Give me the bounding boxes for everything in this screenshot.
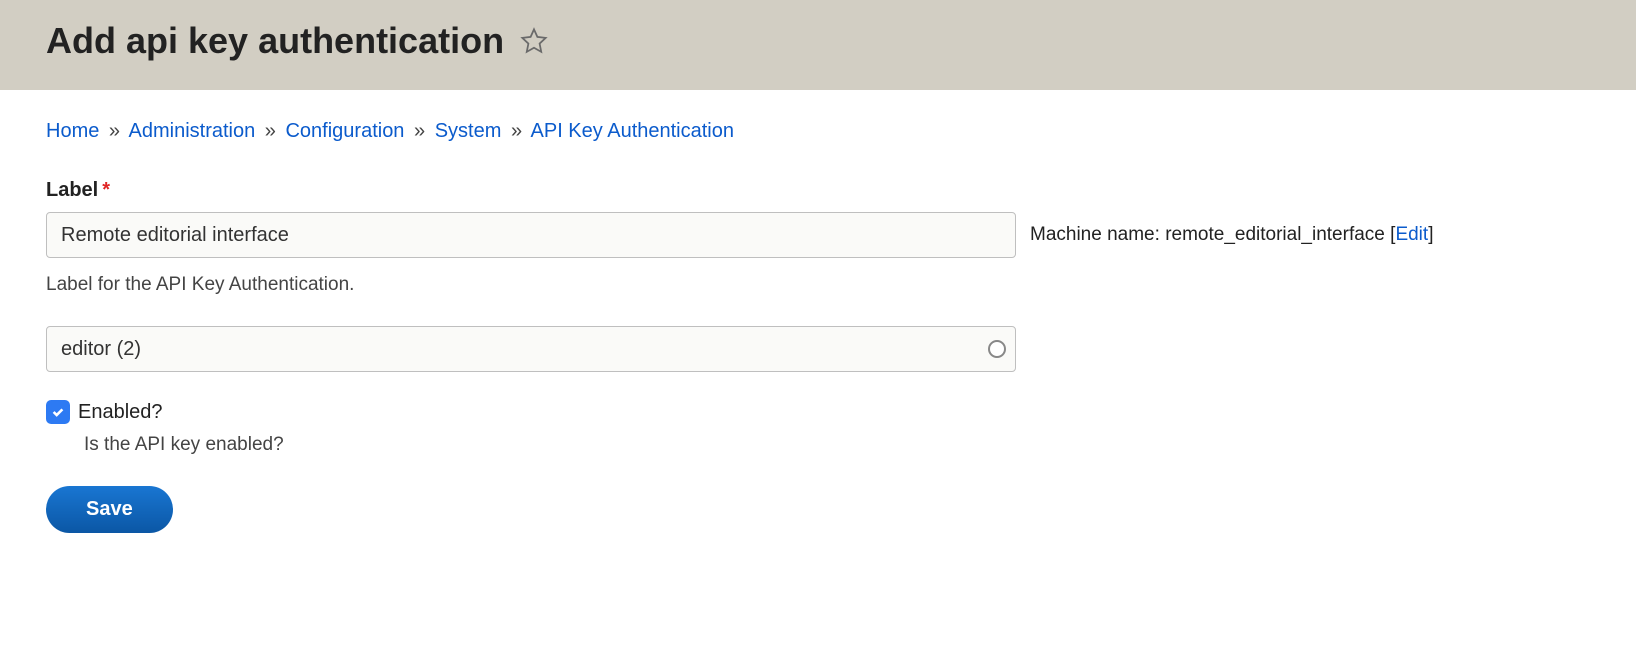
machine-name-value: remote_editorial_interface <box>1165 224 1385 245</box>
enabled-description: Is the API key enabled? <box>84 434 1590 456</box>
breadcrumb-home[interactable]: Home <box>46 120 99 142</box>
breadcrumb-separator: » <box>261 120 280 142</box>
machine-name-prefix: Machine name: <box>1030 224 1160 245</box>
breadcrumb-separator: » <box>410 120 429 142</box>
edit-machine-name-link[interactable]: Edit <box>1395 224 1428 245</box>
save-button[interactable]: Save <box>46 486 173 533</box>
breadcrumb-separator: » <box>105 120 124 142</box>
label-field-label: Label* <box>46 179 1590 202</box>
label-title: Label <box>46 179 98 201</box>
label-description: Label for the API Key Authentication. <box>46 274 1590 296</box>
form-item-label: Label* Machine name: remote_editorial_in… <box>46 179 1590 296</box>
user-field-container <box>46 326 1016 372</box>
page-header: Add api key authentication <box>0 0 1636 90</box>
enabled-checkbox-row: Enabled? <box>46 400 1590 424</box>
breadcrumb-administration[interactable]: Administration <box>129 120 256 142</box>
breadcrumb-configuration[interactable]: Configuration <box>285 120 404 142</box>
loading-indicator-icon <box>988 340 1006 358</box>
enabled-checkbox[interactable] <box>46 400 70 424</box>
breadcrumb-separator: » <box>507 120 526 142</box>
required-marker: * <box>102 179 110 201</box>
enabled-label: Enabled? <box>78 401 163 424</box>
machine-name: Machine name: remote_editorial_interface… <box>1030 224 1433 246</box>
label-input[interactable] <box>46 212 1016 258</box>
page-title: Add api key authentication <box>46 20 504 62</box>
star-icon[interactable] <box>520 27 548 55</box>
user-field-input[interactable] <box>46 326 1016 372</box>
breadcrumb-system[interactable]: System <box>435 120 502 142</box>
content-region: Home » Administration » Configuration » … <box>0 90 1636 563</box>
breadcrumb-api-key-auth[interactable]: API Key Authentication <box>531 120 734 142</box>
breadcrumb: Home » Administration » Configuration » … <box>46 120 1590 143</box>
check-icon <box>51 405 65 419</box>
